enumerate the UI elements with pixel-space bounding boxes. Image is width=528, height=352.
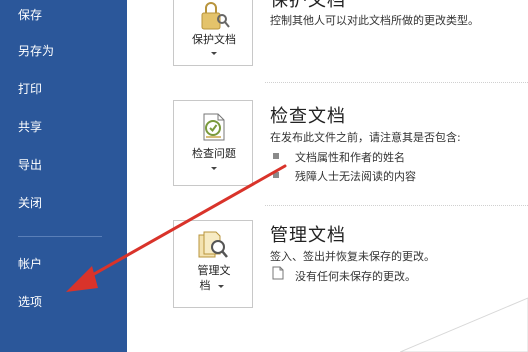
sidebar-item-print[interactable]: 打印 (0, 74, 127, 104)
protect-document-description: 控制其他人可以对此文档所做的更改类型。 (270, 14, 479, 27)
manage-document-icon (198, 231, 228, 258)
check-for-issues-button[interactable]: 检查问题 (173, 100, 253, 186)
manage-document-label-line2: 档 (199, 279, 211, 292)
protect-document-label: 保护文档 (192, 33, 236, 46)
inspect-bullet-item: 残障人士无法阅读的内容 (295, 170, 416, 183)
sidebar-item-label: 共享 (18, 120, 43, 134)
protect-document-title: 保护文档 (270, 0, 346, 11)
document-icon (272, 266, 284, 280)
sidebar-item-label: 另存为 (18, 44, 55, 58)
bullet-icon (273, 153, 279, 159)
chevron-down-icon (211, 167, 217, 170)
backstage-sidebar: 保存 另存为 打印 共享 导出 关闭 帐户 选项 (0, 0, 127, 352)
manage-document-title: 管理文档 (270, 225, 346, 246)
page-curl-decoration (400, 297, 528, 352)
sidebar-item-export[interactable]: 导出 (0, 150, 127, 180)
manage-document-button[interactable]: 管理文 档 (173, 220, 253, 308)
sidebar-divider (18, 236, 102, 237)
manage-document-note: 没有任何未保存的更改。 (295, 270, 416, 283)
sidebar-item-save-as[interactable]: 另存为 (0, 36, 127, 66)
sidebar-item-label: 选项 (18, 295, 43, 309)
sidebar-item-label: 关闭 (18, 196, 43, 210)
chevron-down-icon (211, 52, 217, 55)
sidebar-item-label: 帐户 (18, 257, 43, 271)
sidebar-item-options[interactable]: 选项 (0, 287, 127, 317)
sidebar-item-label: 导出 (18, 158, 43, 172)
manage-document-description: 签入、签出并恢复未保存的更改。 (270, 250, 435, 263)
inspect-document-description: 在发布此文件之前，请注意其是否包含: (270, 131, 461, 144)
sidebar-item-label: 保存 (18, 8, 43, 22)
inspect-document-title: 检查文档 (270, 106, 346, 127)
bullet-icon (273, 172, 279, 178)
lock-key-icon (201, 2, 230, 30)
inspect-document-icon (203, 113, 225, 141)
protect-document-button[interactable]: 保护文档 (173, 0, 253, 66)
check-for-issues-label: 检查问题 (192, 147, 236, 160)
sidebar-item-close[interactable]: 关闭 (0, 188, 127, 218)
inspect-bullet-item: 文档属性和作者的姓名 (295, 151, 405, 164)
chevron-down-icon (218, 285, 224, 288)
manage-document-label-line1: 管理文 (197, 264, 231, 277)
sidebar-item-share[interactable]: 共享 (0, 112, 127, 142)
section-divider (265, 82, 528, 84)
sidebar-item-label: 打印 (18, 82, 43, 96)
section-divider (265, 205, 528, 207)
sidebar-item-save[interactable]: 保存 (0, 0, 127, 30)
sidebar-item-account[interactable]: 帐户 (0, 249, 127, 279)
